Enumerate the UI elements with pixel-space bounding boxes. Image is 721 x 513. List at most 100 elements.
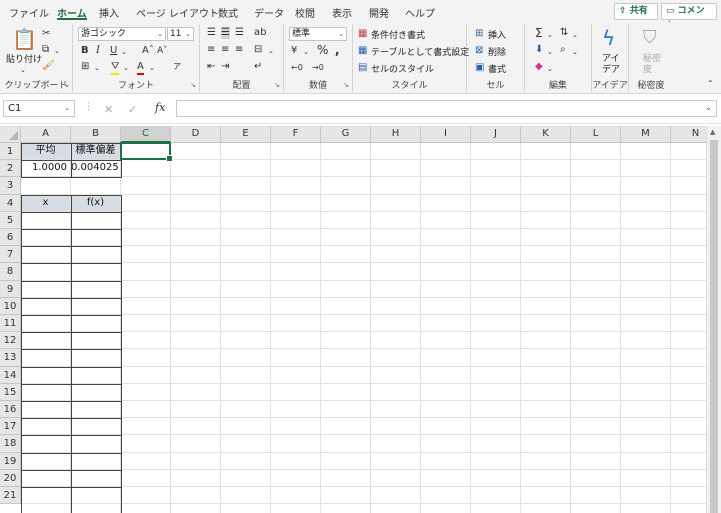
fill-color-icon[interactable]: ⛛ bbox=[111, 61, 120, 75]
font-size-select[interactable]: 11 ⌄ bbox=[167, 27, 194, 41]
tab-home[interactable]: ホーム bbox=[57, 5, 87, 20]
copy-icon[interactable]: ⧉ bbox=[42, 44, 49, 56]
row-header-8[interactable]: 8 bbox=[0, 263, 21, 281]
clear-dropdown-icon[interactable]: ⌄ bbox=[547, 63, 553, 75]
row-header-12[interactable]: 12 bbox=[0, 332, 21, 350]
wrap-text-icon[interactable]: ↵ bbox=[254, 61, 262, 73]
cancel-icon[interactable]: ✕ bbox=[104, 103, 113, 116]
increase-indent-icon[interactable]: ⇥ bbox=[221, 61, 229, 73]
cell-b1[interactable]: 標準偏差 bbox=[71, 143, 120, 159]
row-header-16[interactable]: 16 bbox=[0, 401, 21, 419]
scrollbar-thumb[interactable] bbox=[710, 140, 718, 513]
underline-dropdown-icon[interactable]: ⌄ bbox=[121, 46, 127, 58]
align-right-icon[interactable]: ≡ bbox=[235, 44, 243, 56]
number-launcher-icon[interactable]: ↘ bbox=[343, 81, 349, 89]
column-header-i[interactable]: I bbox=[421, 126, 471, 143]
autosum-dropdown-icon[interactable]: ⌄ bbox=[547, 29, 553, 41]
align-middle-icon[interactable]: ☰ bbox=[221, 27, 230, 39]
cut-icon[interactable]: ✂ bbox=[42, 28, 50, 40]
column-header-m[interactable]: M bbox=[621, 126, 671, 143]
row-header-4[interactable]: 4 bbox=[0, 194, 21, 212]
row-header-20[interactable]: 20 bbox=[0, 469, 21, 487]
formula-bar-grip-icon[interactable]: ⋮ bbox=[84, 102, 93, 112]
row-header-17[interactable]: 17 bbox=[0, 418, 21, 436]
tab-data[interactable]: データ bbox=[254, 5, 284, 20]
column-header-c[interactable]: C bbox=[121, 126, 171, 143]
insert-function-icon[interactable]: fx bbox=[155, 101, 165, 114]
row-header-6[interactable]: 6 bbox=[0, 229, 21, 247]
copy-dropdown-icon[interactable]: ⌄ bbox=[54, 45, 60, 57]
row-header-21[interactable]: 21 bbox=[0, 487, 21, 505]
column-header-j[interactable]: J bbox=[471, 126, 521, 143]
sort-filter-icon[interactable]: ⇅ bbox=[560, 27, 568, 39]
sensitivity-icon[interactable]: ⛉ bbox=[643, 27, 657, 49]
row-header-18[interactable]: 18 bbox=[0, 435, 21, 453]
alignment-launcher-icon[interactable]: ↘ bbox=[274, 81, 280, 89]
share-button[interactable]: ⇪ 共有 bbox=[614, 3, 658, 20]
row-header-5[interactable]: 5 bbox=[0, 211, 21, 229]
font-grow-icon[interactable]: Aˆ bbox=[142, 45, 154, 57]
row-header-2[interactable]: 2 bbox=[0, 160, 21, 178]
tab-formulas[interactable]: 数式 bbox=[218, 5, 238, 20]
active-cell-c1[interactable] bbox=[120, 142, 173, 163]
worksheet-grid[interactable]: A B C D E F G H I J K L M N 1 2 3 4 5 6 7 8 9 10 11 12 13 14 15 16 17 1… bbox=[0, 126, 721, 513]
font-name-select[interactable]: 游ゴシック ⌄ bbox=[78, 27, 166, 41]
tab-file[interactable]: ファイル bbox=[9, 5, 49, 20]
tab-developer[interactable]: 開発 bbox=[369, 5, 389, 20]
fill-icon[interactable]: ⬇ bbox=[535, 44, 543, 56]
format-painter-icon[interactable]: 🖌 bbox=[42, 60, 55, 72]
clipboard-launcher-icon[interactable]: ↘ bbox=[63, 81, 69, 89]
orientation-icon[interactable]: ab bbox=[254, 27, 266, 39]
currency-dropdown-icon[interactable]: ⌄ bbox=[303, 46, 309, 58]
row-header-11[interactable]: 11 bbox=[0, 315, 21, 333]
column-header-b[interactable]: B bbox=[71, 126, 121, 143]
tab-help[interactable]: ヘルプ bbox=[405, 5, 435, 20]
font-color-icon[interactable]: A bbox=[137, 61, 144, 75]
select-all-button[interactable] bbox=[0, 126, 21, 143]
formula-input[interactable]: ⌄ bbox=[176, 100, 717, 117]
column-header-h[interactable]: H bbox=[371, 126, 421, 143]
column-header-k[interactable]: K bbox=[521, 126, 571, 143]
bold-icon[interactable]: B bbox=[81, 45, 89, 57]
find-select-icon[interactable]: ⌕ bbox=[560, 44, 566, 56]
number-format-select[interactable]: 標準 ⌄ bbox=[289, 27, 347, 41]
phonetic-icon[interactable]: ア bbox=[173, 61, 181, 73]
column-header-d[interactable]: D bbox=[171, 126, 221, 143]
row-header-19[interactable]: 19 bbox=[0, 452, 21, 470]
sort-dropdown-icon[interactable]: ⌄ bbox=[572, 29, 578, 41]
font-launcher-icon[interactable]: ↘ bbox=[190, 81, 196, 89]
font-shrink-icon[interactable]: Aˇ bbox=[157, 45, 168, 57]
ideas-icon[interactable]: ϟ bbox=[602, 27, 615, 49]
increase-decimal-icon[interactable]: ←0 bbox=[291, 62, 303, 74]
vertical-scrollbar[interactable]: ▲ bbox=[706, 126, 721, 513]
column-header-a[interactable]: A bbox=[21, 126, 71, 143]
fill-dropdown-icon[interactable]: ⌄ bbox=[123, 62, 129, 74]
format-as-table-button[interactable]: テーブルとして書式設定 bbox=[371, 45, 469, 58]
fill-dropdown-icon[interactable]: ⌄ bbox=[547, 46, 553, 58]
font-color-dropdown-icon[interactable]: ⌄ bbox=[149, 62, 155, 74]
comments-button[interactable]: ▭ コメント bbox=[661, 3, 717, 31]
merge-center-icon[interactable]: ⊟ bbox=[254, 44, 262, 56]
column-header-l[interactable]: L bbox=[571, 126, 621, 143]
name-box[interactable]: C1 ⌄ bbox=[3, 100, 75, 117]
tab-insert[interactable]: 挿入 bbox=[99, 5, 119, 20]
merge-dropdown-icon[interactable]: ⌄ bbox=[268, 45, 274, 57]
tab-view[interactable]: 表示 bbox=[332, 5, 352, 20]
expand-formula-bar-icon[interactable]: ⌄ bbox=[705, 103, 712, 112]
find-dropdown-icon[interactable]: ⌄ bbox=[572, 46, 578, 58]
conditional-format-button[interactable]: 条件付き書式 bbox=[371, 28, 425, 41]
cell-a2[interactable]: 1.0000 bbox=[21, 160, 70, 176]
row-header-10[interactable]: 10 bbox=[0, 297, 21, 315]
row-header-9[interactable]: 9 bbox=[0, 280, 21, 298]
row-header-1[interactable]: 1 bbox=[0, 143, 21, 161]
row-header-14[interactable]: 14 bbox=[0, 366, 21, 384]
cell-b2[interactable]: 0.004025 bbox=[71, 160, 120, 176]
currency-icon[interactable]: ¥ bbox=[291, 45, 297, 57]
delete-cells-button[interactable]: 削除 bbox=[488, 45, 506, 58]
percent-icon[interactable]: % bbox=[317, 44, 328, 56]
cell-b4[interactable]: f(x) bbox=[71, 195, 120, 211]
tab-review[interactable]: 校閲 bbox=[295, 5, 315, 20]
scroll-up-icon[interactable]: ▲ bbox=[710, 128, 715, 136]
ideas-button-line2[interactable]: デア bbox=[602, 62, 620, 75]
paste-dropdown-icon[interactable]: ⌄ bbox=[20, 64, 26, 76]
